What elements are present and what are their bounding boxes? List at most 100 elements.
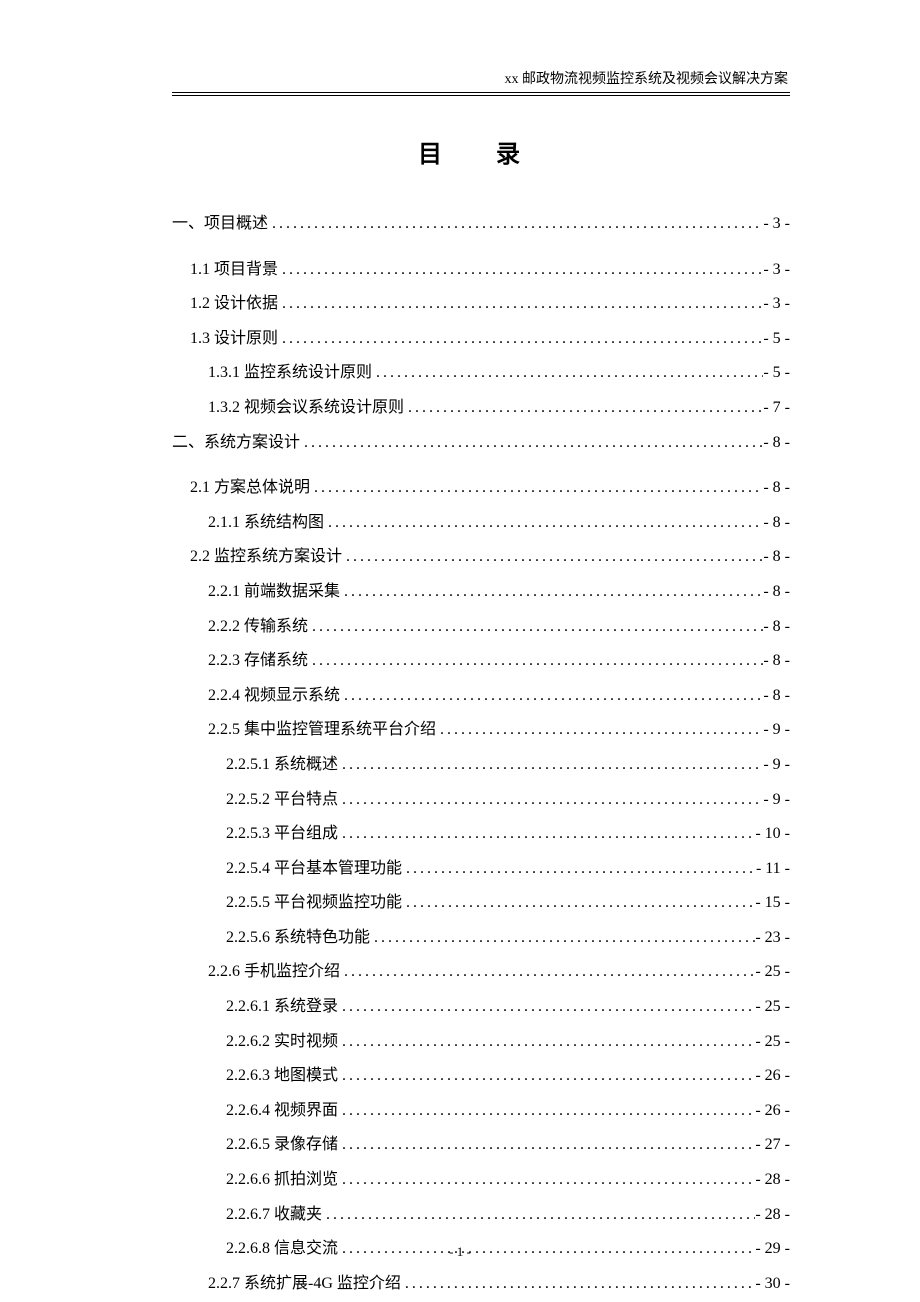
toc-leader-dots — [338, 1063, 755, 1089]
toc-entry: 2.2.5.3 平台组成 - 10 - — [172, 821, 790, 847]
toc-leader-dots — [308, 614, 763, 640]
toc-entry: 1.3.2 视频会议系统设计原则- 7 - — [172, 395, 790, 421]
toc-entry-label: 2.2.3 存储系统 — [208, 648, 308, 674]
toc-entry: 二、系统方案设计- 8 - — [172, 430, 790, 456]
toc-entry-label: 1.3.2 视频会议系统设计原则 — [208, 395, 404, 421]
document-header: xx 邮政物流视频监控系统及视频会议解决方案 — [172, 68, 790, 88]
toc-entry: 2.2.4 视频显示系统 - 8 - — [172, 683, 790, 709]
toc-entry: 一、项目概述 - 3 - — [172, 211, 790, 237]
toc-leader-dots — [338, 994, 755, 1020]
toc-entry-page: - 8 - — [763, 579, 790, 605]
toc-entry: 2.2 监控系统方案设计 - 8 - — [172, 544, 790, 570]
toc-entry-page: - 23 - — [755, 925, 790, 951]
toc-entry-page: - 5 - — [763, 360, 790, 386]
toc-entry: 2.2.6.5 录像存储- 27 - — [172, 1132, 790, 1158]
toc-entry-page: - 10 - — [755, 821, 790, 847]
toc-entry-label: 2.2.6.3 地图模式 — [226, 1063, 338, 1089]
toc-entry: 2.2.2 传输系统 - 8 - — [172, 614, 790, 640]
toc-leader-dots — [402, 856, 756, 882]
header-rule-2 — [172, 95, 790, 96]
toc-leader-dots — [372, 360, 763, 386]
toc-entry-label: 一、项目概述 — [172, 211, 268, 237]
header-rule-1 — [172, 92, 790, 93]
toc-entry-label: 2.1 方案总体说明 — [190, 475, 310, 501]
toc-entry-label: 2.2.5.6 系统特色功能 — [226, 925, 370, 951]
toc-title: 目 录 — [172, 134, 790, 169]
toc-entry-label: 2.2.7 系统扩展-4G 监控介绍 — [208, 1271, 401, 1297]
toc-entry: 1.2 设计依据 - 3 - — [172, 291, 790, 317]
toc-entry: 2.2.6 手机监控介绍- 25 - — [172, 959, 790, 985]
toc-leader-dots — [401, 1271, 755, 1297]
toc-entry-page: - 25 - — [755, 1029, 790, 1055]
toc-entry-label: 2.2.5.3 平台组成 — [226, 821, 338, 847]
toc-entry-label: 2.1.1 系统结构图 — [208, 510, 324, 536]
toc-leader-dots — [300, 430, 763, 456]
toc-entry-label: 2.2.1 前端数据采集 — [208, 579, 340, 605]
toc-leader-dots — [436, 717, 763, 743]
toc-entry-page: - 9 - — [763, 717, 790, 743]
toc-entry: 2.2.1 前端数据采集 - 8 - — [172, 579, 790, 605]
toc-leader-dots — [338, 1132, 755, 1158]
toc-leader-dots — [404, 395, 763, 421]
toc-leader-dots — [340, 959, 755, 985]
toc-entry-label: 2.2.2 传输系统 — [208, 614, 308, 640]
toc-entry-page: - 8 - — [763, 683, 790, 709]
toc-entry-page: - 3 - — [763, 291, 790, 317]
toc-leader-dots — [338, 821, 755, 847]
toc-entry-label: 1.3 设计原则 — [190, 326, 278, 352]
toc-leader-dots — [338, 1167, 755, 1193]
toc-leader-dots — [340, 683, 763, 709]
toc-entry-page: - 3 - — [763, 211, 790, 237]
toc-leader-dots — [278, 257, 763, 283]
toc-entry-page: - 5 - — [763, 326, 790, 352]
toc-entry-page: - 26 - — [755, 1063, 790, 1089]
toc-entry: 2.2.6.3 地图模式 - 26 - — [172, 1063, 790, 1089]
toc-entry-label: 2.2.5.4 平台基本管理功能 — [226, 856, 402, 882]
toc-entry-label: 1.3.1 监控系统设计原则 — [208, 360, 372, 386]
toc-entry-label: 2.2.6.4 视频界面 — [226, 1098, 338, 1124]
toc-entry-page: - 15 - — [755, 890, 790, 916]
toc-entry-label: 2.2.5 集中监控管理系统平台介绍 — [208, 717, 436, 743]
toc-entry: 2.1 方案总体说明 - 8 - — [172, 475, 790, 501]
toc-entry-page: - 27 - — [755, 1132, 790, 1158]
toc-entry-page: - 25 - — [755, 959, 790, 985]
toc-entry: 1.1 项目背景 - 3 - — [172, 257, 790, 283]
toc-entry: 2.2.5.6 系统特色功能 - 23 - — [172, 925, 790, 951]
toc-leader-dots — [268, 211, 763, 237]
toc-leader-dots — [338, 787, 763, 813]
toc-entry-label: 2.2.4 视频显示系统 — [208, 683, 340, 709]
toc-entry-page: - 8 - — [763, 544, 790, 570]
toc-entry-page: - 8 - — [763, 648, 790, 674]
toc-entry: 2.2.5.1 系统概述- 9 - — [172, 752, 790, 778]
toc-entry-label: 2.2.5.2 平台特点 — [226, 787, 338, 813]
toc-entry-page: - 26 - — [755, 1098, 790, 1124]
toc-entry: 2.2.6.4 视频界面 - 26 - — [172, 1098, 790, 1124]
toc-entry-label: 2.2.6.7 收藏夹 — [226, 1202, 322, 1228]
toc-entry-label: 2.2.6.6 抓拍浏览 — [226, 1167, 338, 1193]
toc-entry: 2.2.6.1 系统登录 - 25 - — [172, 994, 790, 1020]
toc-entry-label: 2.2.6.2 实时视频 — [226, 1029, 338, 1055]
toc-entry: 2.2.5.5 平台视频监控功能- 15 - — [172, 890, 790, 916]
toc-entry-page: - 3 - — [763, 257, 790, 283]
toc-leader-dots — [338, 1029, 755, 1055]
toc-entry: 2.1.1 系统结构图 - 8 - — [172, 510, 790, 536]
toc-leader-dots — [278, 291, 763, 317]
toc-entry: 2.2.6.6 抓拍浏览- 28 - — [172, 1167, 790, 1193]
toc-leader-dots — [340, 579, 763, 605]
toc-leader-dots — [308, 648, 763, 674]
toc-leader-dots — [338, 752, 763, 778]
toc-container: 一、项目概述- 3 -1.1 项目背景 - 3 -1.2 设计依据 - 3 -1… — [172, 211, 790, 1296]
toc-entry-page: - 8 - — [763, 614, 790, 640]
toc-entry-label: 2.2.6.1 系统登录 — [226, 994, 338, 1020]
toc-entry-page: - 8 - — [763, 430, 790, 456]
toc-leader-dots — [342, 544, 763, 570]
toc-entry: 2.2.5.4 平台基本管理功能- 11 - — [172, 856, 790, 882]
toc-entry-label: 2.2 监控系统方案设计 — [190, 544, 342, 570]
toc-entry-label: 1.1 项目背景 — [190, 257, 278, 283]
toc-leader-dots — [322, 1202, 755, 1228]
toc-leader-dots — [310, 475, 763, 501]
toc-entry-page: - 25 - — [755, 994, 790, 1020]
toc-entry-page: - 8 - — [763, 510, 790, 536]
toc-entry: 2.2.5 集中监控管理系统平台介绍 - 9 - — [172, 717, 790, 743]
toc-leader-dots — [370, 925, 755, 951]
